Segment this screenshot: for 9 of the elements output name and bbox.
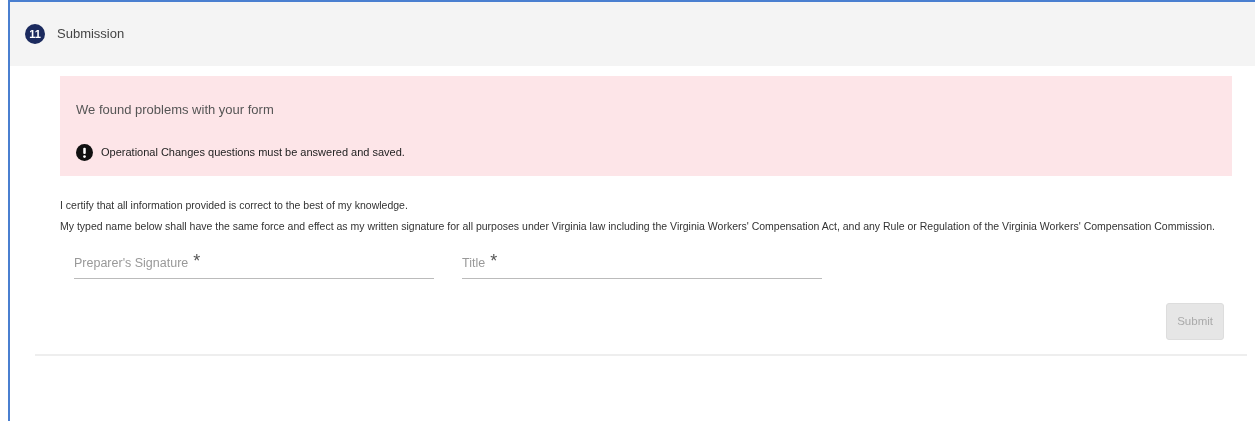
step-number: 11 [25,24,45,44]
alert-heading: We found problems with your form [76,101,275,119]
section-title: Submission [57,25,125,44]
certification-text: My typed name below shall have the same force and effect as my written signature for all purposes under Virginia law including the Virginia Workers' Compensation Act, and any Rule or Regulation of the Virginia Workers' Compensation Commission. [60,221,1216,233]
input-field[interactable]: Title * [462,248,822,279]
certification-text: I certify that all information provided is correct to the best of my knowledge. [60,200,409,211]
error-message: Operational Changes questions must be answered and saved. [101,144,405,160]
alert-icon [76,143,93,161]
input-field[interactable]: Preparer's Signature * [74,248,434,279]
